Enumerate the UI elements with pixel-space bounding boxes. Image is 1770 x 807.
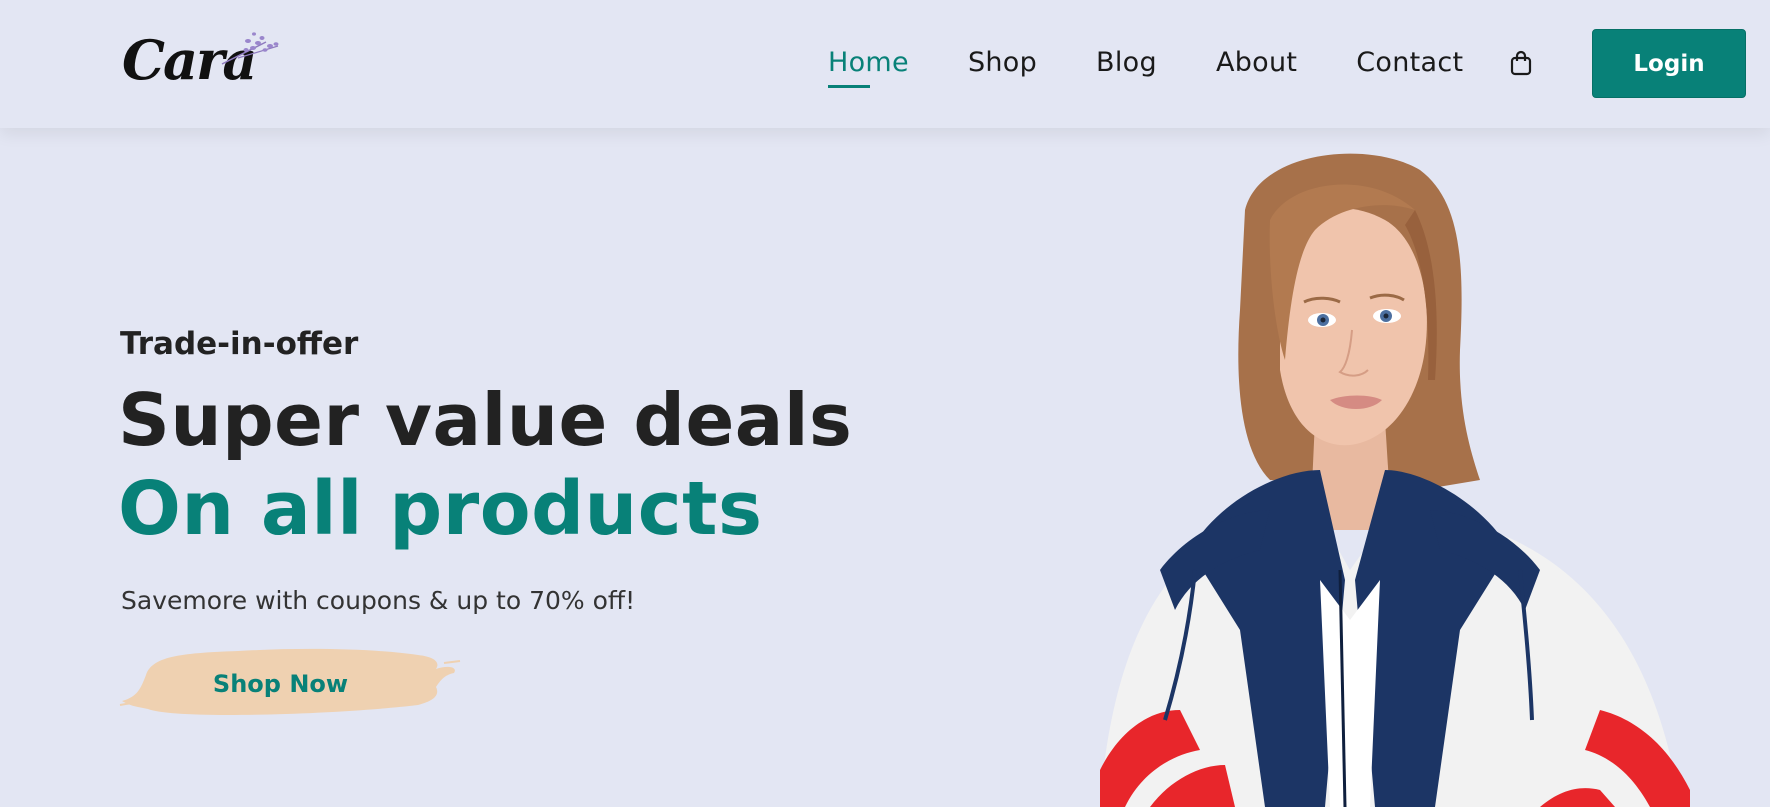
lavender-sprig-icon — [221, 32, 279, 65]
nav-item-blog[interactable]: Blog — [1096, 47, 1157, 78]
hero-description: Savemore with coupons & up to 70% off! — [121, 586, 636, 615]
nav-item-contact[interactable]: Contact — [1356, 47, 1463, 78]
shop-now-label: Shop Now — [212, 669, 349, 698]
nav-item-about[interactable]: About — [1216, 47, 1297, 78]
nav-item-shop[interactable]: Shop — [968, 47, 1037, 78]
brand-logo[interactable]: Cara — [120, 24, 279, 94]
hero-headline: Super value deals — [118, 378, 853, 462]
hero-subheadline: On all products — [118, 466, 763, 552]
shop-now-button[interactable]: Shop Now — [118, 645, 463, 722]
hero-model-image — [1100, 153, 1690, 807]
main-nav: Home Shop Blog About Contact — [828, 42, 1522, 88]
nav-item-home[interactable]: Home — [828, 47, 909, 88]
shopping-bag-icon[interactable] — [1508, 50, 1534, 76]
login-button[interactable]: Login — [1592, 29, 1746, 98]
site-header: Cara Home Shop Blog About Contact Login — [0, 0, 1770, 128]
hero-eyebrow: Trade-in-offer — [120, 326, 359, 362]
